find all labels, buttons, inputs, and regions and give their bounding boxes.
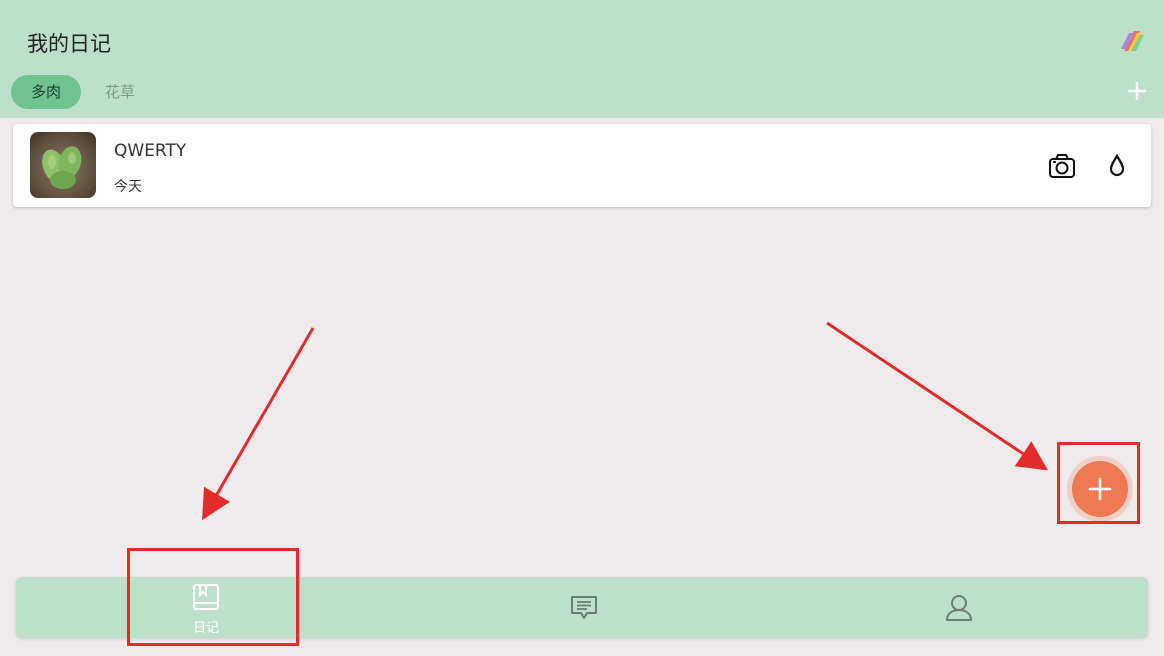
rainbow-theme-icon[interactable]	[1120, 29, 1144, 51]
annotation-arrow-left	[201, 327, 315, 521]
nav-profile[interactable]	[934, 577, 984, 638]
plant-date: 今天	[114, 179, 142, 195]
nav-messages[interactable]	[561, 577, 611, 638]
tab-succulents[interactable]: 多肉	[11, 75, 81, 109]
app-header: 我的日记 多肉 花草	[0, 0, 1164, 118]
plant-card[interactable]: QWERTY 今天	[13, 124, 1151, 207]
plant-name: QWERTY	[114, 141, 187, 161]
tab-flowers[interactable]: 花草	[91, 75, 149, 109]
page-title: 我的日记	[27, 32, 111, 56]
plant-thumbnail	[30, 132, 96, 198]
annotation-box-diary	[127, 548, 299, 646]
profile-icon	[946, 595, 972, 621]
annotation-arrow-right	[826, 321, 1048, 471]
water-drop-icon[interactable]	[1108, 154, 1126, 178]
message-icon	[571, 596, 597, 619]
add-category-icon[interactable]	[1126, 80, 1148, 102]
annotation-box-fab	[1057, 442, 1140, 524]
camera-icon[interactable]	[1048, 153, 1076, 179]
